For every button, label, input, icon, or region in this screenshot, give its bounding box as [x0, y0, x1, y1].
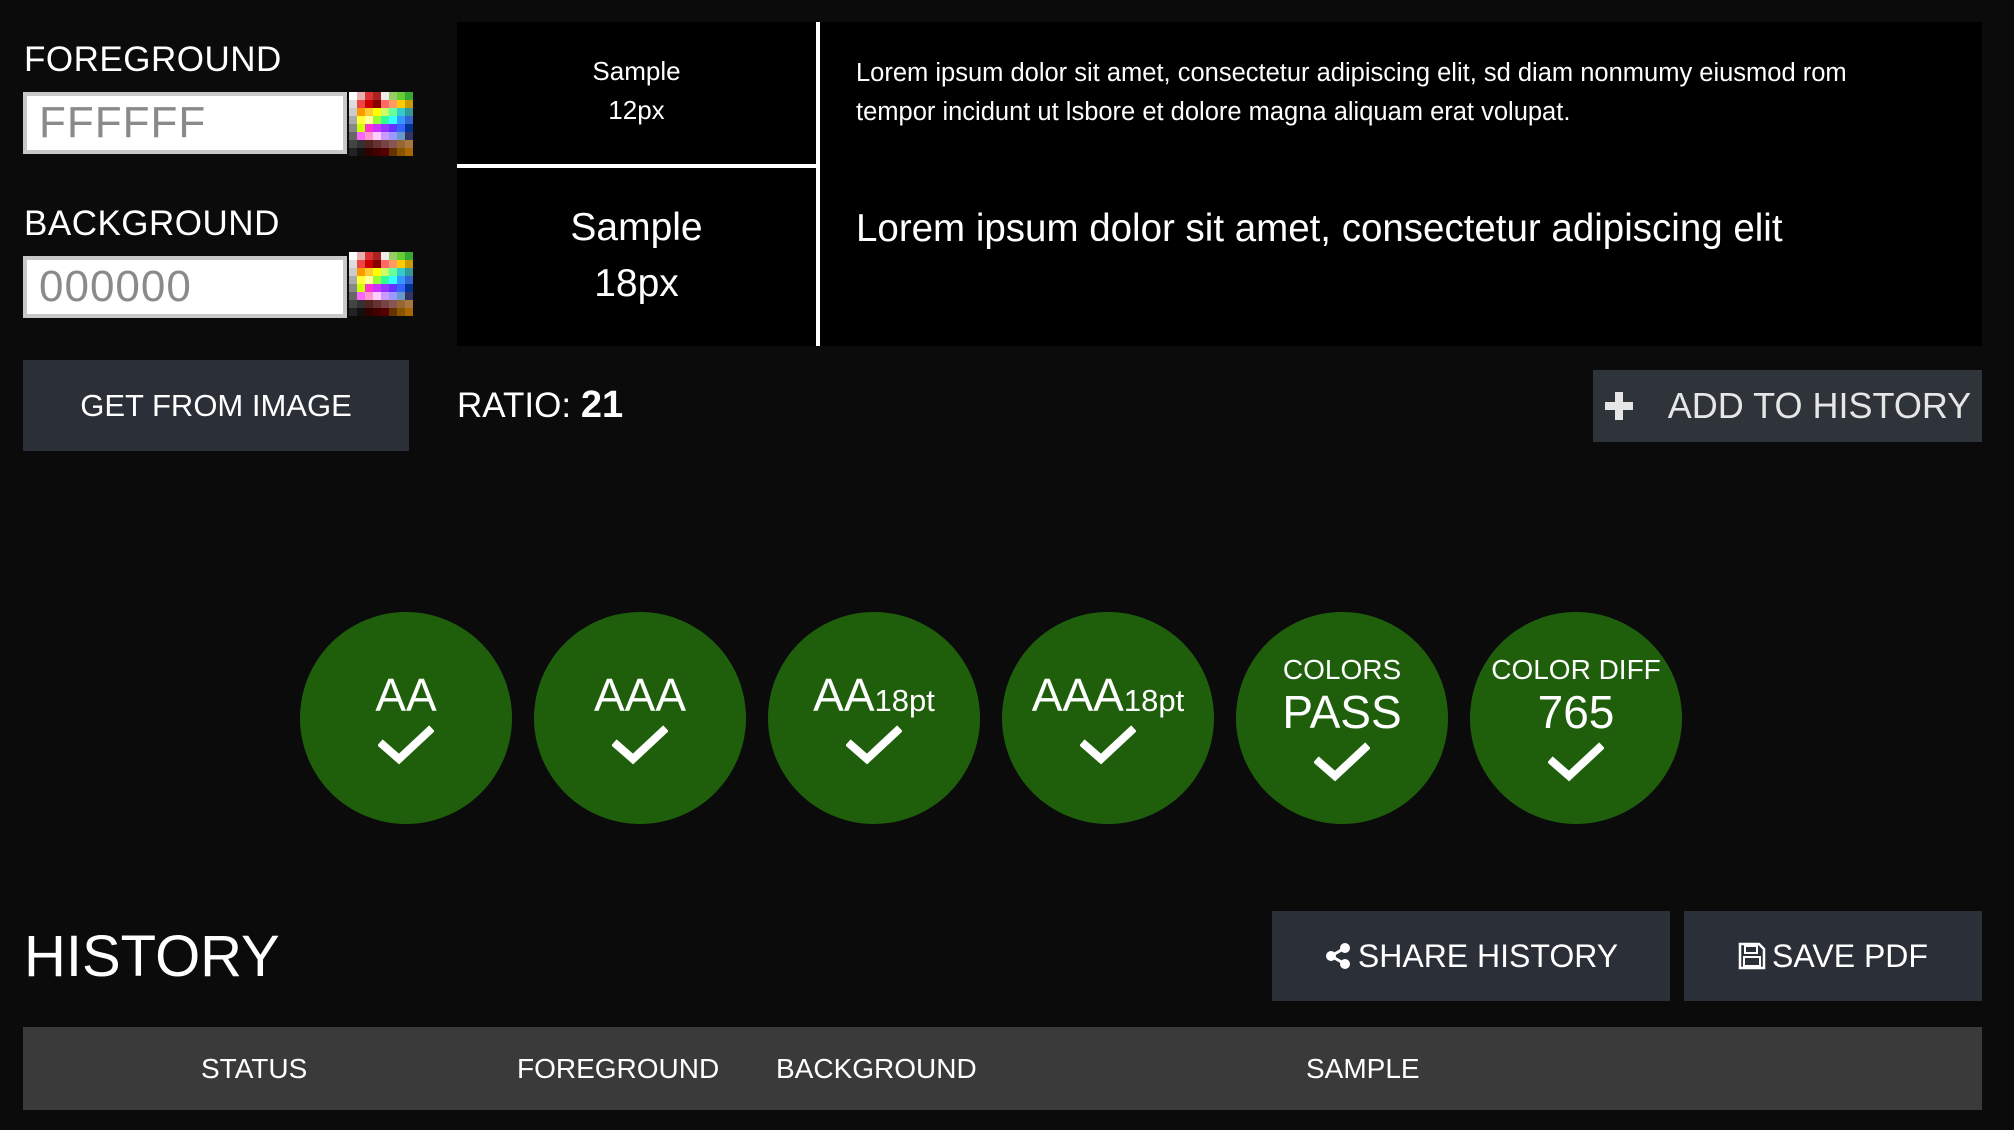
checkmark-icon: [612, 725, 668, 765]
sample-18px-text: Lorem ipsum dolor sit amet, consectetur …: [856, 207, 1783, 250]
share-history-button[interactable]: SHARE HISTORY: [1272, 911, 1670, 1001]
preview-horizontal-divider: [457, 164, 818, 168]
add-to-history-button[interactable]: ADD TO HISTORY: [1593, 370, 1982, 442]
foreground-label: FOREGROUND: [24, 40, 282, 79]
background-color-palette-icon[interactable]: [349, 252, 413, 316]
column-header-foreground: FOREGROUND: [517, 1053, 720, 1084]
badge-aa-18pt: AA18pt: [768, 612, 980, 824]
preview-vertical-divider: [816, 22, 820, 346]
background-label: BACKGROUND: [24, 204, 280, 243]
badge-aa: AA: [300, 612, 512, 824]
badge-color-diff: COLOR DIFF 765: [1470, 612, 1682, 824]
plus-icon: [1604, 392, 1633, 420]
share-history-label: SHARE HISTORY: [1357, 937, 1619, 974]
ratio-label: RATIO:: [457, 386, 572, 425]
share-icon: [1325, 943, 1350, 969]
foreground-hex-input[interactable]: [23, 92, 347, 154]
checkmark-icon: [1314, 742, 1370, 782]
column-header-background: BACKGROUND: [776, 1053, 977, 1084]
column-header-status: STATUS: [201, 1053, 308, 1084]
badge-colors-pass: COLORS PASS: [1236, 612, 1448, 824]
sample-18px-label: Sample 18px: [570, 206, 703, 305]
contrast-ratio: RATIO: 21: [457, 384, 623, 427]
checkmark-icon: [378, 725, 434, 765]
sample-12px-label: Sample 12px: [592, 56, 681, 125]
checkmark-icon: [1548, 742, 1604, 782]
background-hex-input[interactable]: [23, 256, 347, 318]
badge-aaa: AAA: [534, 612, 746, 824]
history-title: HISTORY: [24, 924, 280, 989]
sample-12px-text: Lorem ipsum dolor sit amet, consectetur …: [856, 59, 1847, 126]
history-table-header: STATUS FOREGROUND BACKGROUND SAMPLE: [23, 1027, 1982, 1110]
badge-aaa-18pt: AAA18pt: [1002, 612, 1214, 824]
checkmark-icon: [846, 725, 902, 765]
save-pdf-button[interactable]: SAVE PDF: [1684, 911, 1982, 1001]
checkmark-icon: [1080, 725, 1136, 765]
ratio-value: 21: [580, 384, 624, 426]
add-to-history-label: ADD TO HISTORY: [1667, 385, 1972, 426]
column-header-sample: SAMPLE: [1306, 1053, 1420, 1084]
floppy-disk-icon: [1738, 942, 1766, 970]
contrast-preview-panel: Sample 12px Lorem ipsum dolor sit amet, …: [457, 22, 1982, 346]
get-from-image-button[interactable]: GET FROM IMAGE: [23, 360, 409, 451]
save-pdf-label: SAVE PDF: [1772, 937, 1928, 974]
foreground-color-palette-icon[interactable]: [349, 92, 413, 156]
compliance-badges: AA AAA AA18pt AAA18pt COLORS PASS COLOR …: [300, 612, 1690, 824]
